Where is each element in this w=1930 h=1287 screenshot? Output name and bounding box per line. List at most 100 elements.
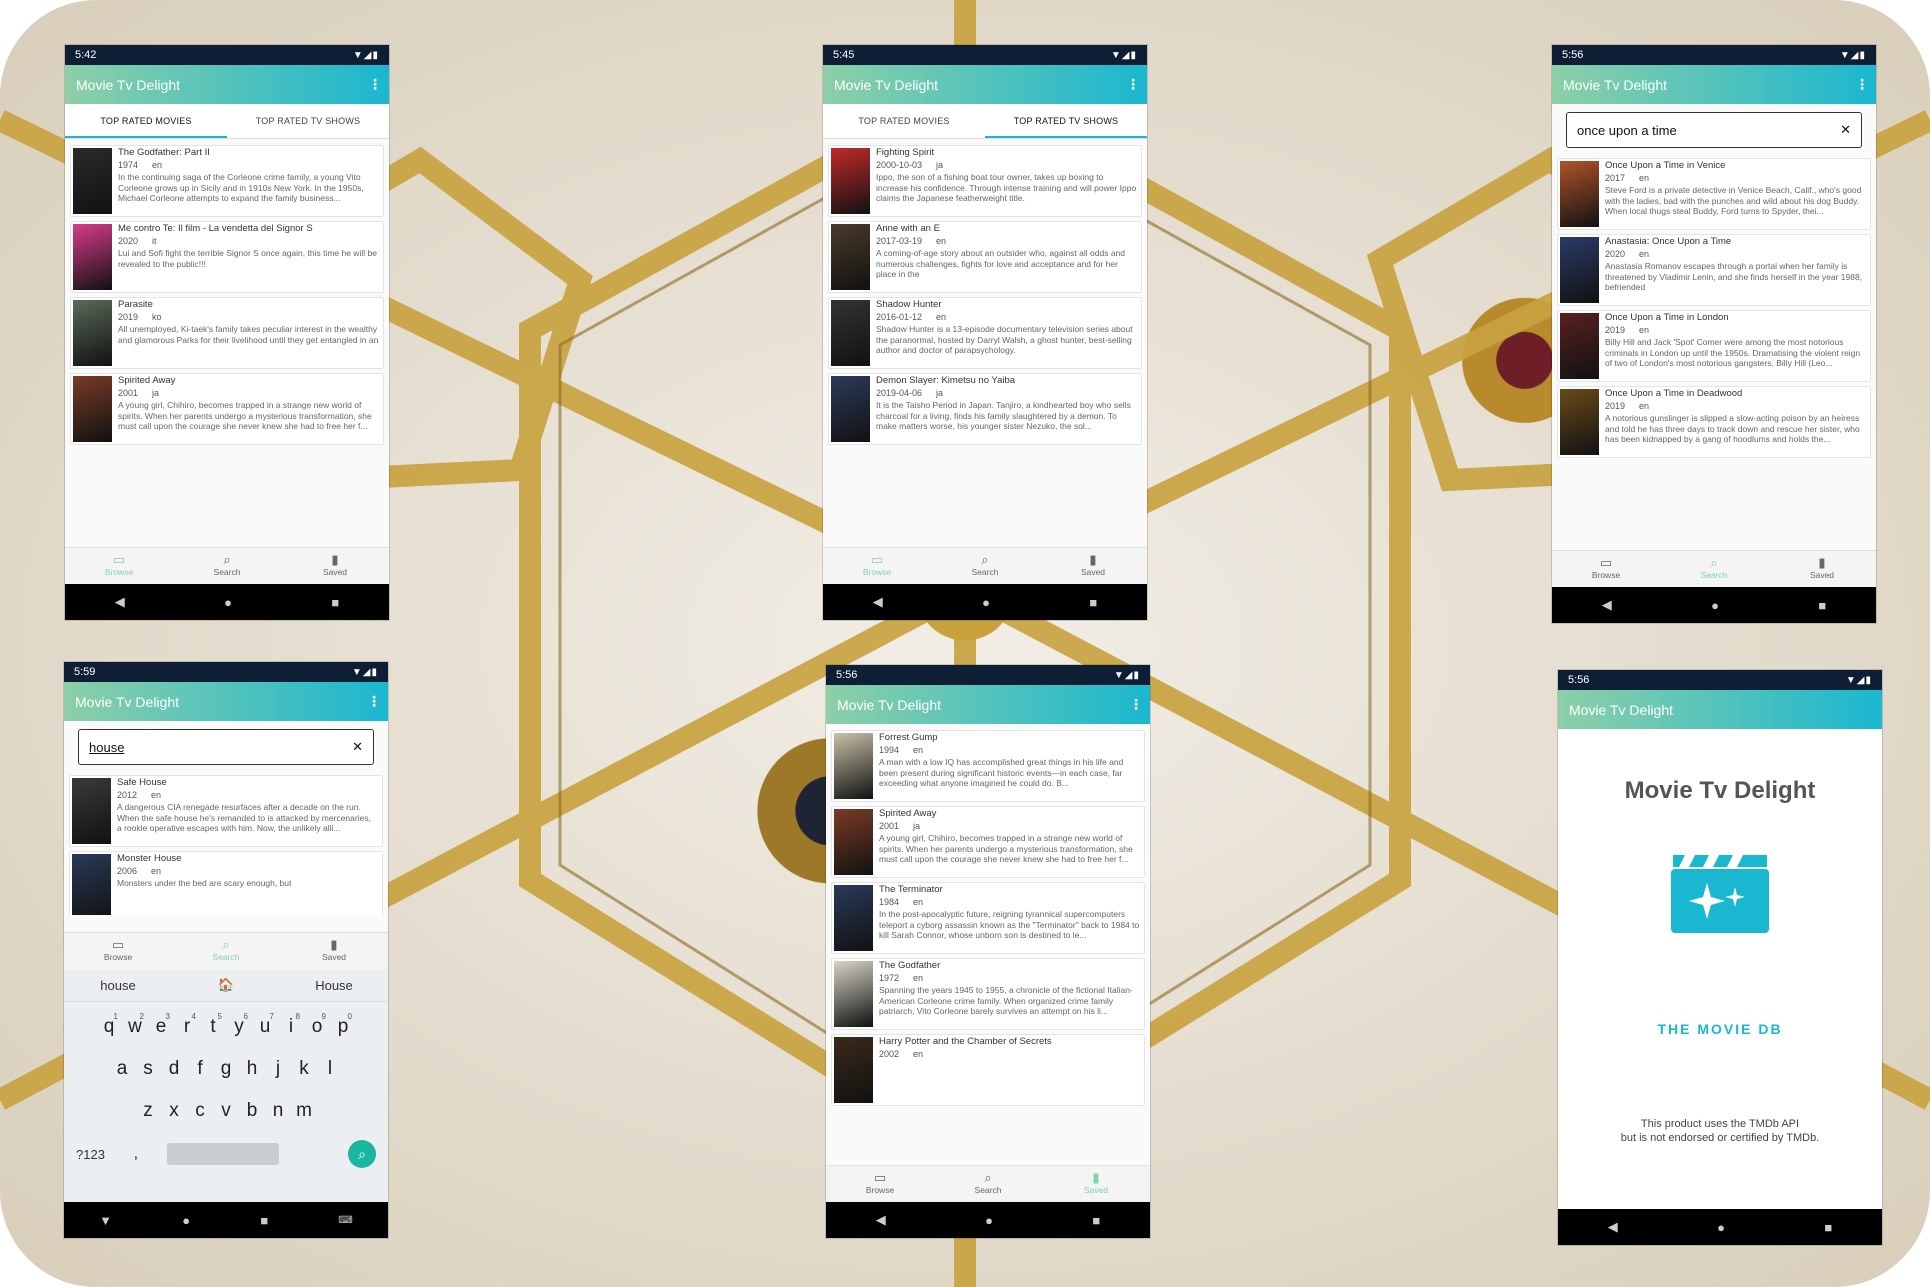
list-item[interactable]: Anastasia: Once Upon a Time 2020 en Anastas… — [1557, 234, 1871, 306]
key-i[interactable]: i8 — [278, 1006, 304, 1048]
comma-key[interactable]: , — [134, 1145, 138, 1163]
list-item[interactable]: Once Upon a Time in Deadwood 2019 en A noto… — [1557, 386, 1871, 458]
suggestion-3[interactable]: House — [280, 978, 388, 993]
back-icon[interactable]: ◀ — [873, 594, 883, 610]
home-icon[interactable]: ● — [1717, 1220, 1725, 1235]
nav-browse[interactable]: ▭ Browse — [823, 548, 931, 584]
list-item[interactable]: Me contro Te: Il film - La vendetta del … — [70, 221, 384, 293]
back-icon[interactable]: ▼ — [99, 1213, 112, 1228]
space-bar[interactable] — [166, 1143, 279, 1165]
list-item[interactable]: Demon Slayer: Kimetsu no Yaiba 2019-04-06… — [828, 373, 1142, 445]
close-icon[interactable]: ✕ — [1840, 122, 1851, 138]
list-item[interactable]: Once Upon a Time in Venice 2017 en Steve Fo… — [1557, 158, 1871, 230]
key-m[interactable]: m — [291, 1090, 317, 1132]
nav-browse[interactable]: ▭ Browse — [64, 933, 172, 969]
key-t[interactable]: t5 — [200, 1006, 226, 1048]
key-s[interactable]: s — [135, 1048, 161, 1090]
recents-icon[interactable]: ■ — [260, 1213, 268, 1228]
key-k[interactable]: k — [291, 1048, 317, 1090]
key-w[interactable]: w2 — [122, 1006, 148, 1048]
nav-saved[interactable]: ▮ Saved — [280, 933, 388, 969]
key-a[interactable]: a — [109, 1048, 135, 1090]
tab-top-rated-tv-shows[interactable]: TOP RATED TV SHOWS — [985, 104, 1147, 138]
list-item[interactable]: The Godfather: Part II 1974 en In the conti… — [70, 145, 384, 217]
list-item[interactable]: Parasite 2019 ko All unemployed, Ki-taek's … — [70, 297, 384, 369]
recents-icon[interactable]: ■ — [331, 595, 339, 610]
nav-browse[interactable]: ▭ Browse — [1552, 551, 1660, 587]
more-vert-icon[interactable]: ⋮ — [1855, 76, 1869, 93]
nav-saved[interactable]: ▮ Saved — [1042, 1166, 1150, 1202]
list-item[interactable]: Anne with an E 2017-03-19 en A coming-of-ag… — [828, 221, 1142, 293]
key-y[interactable]: y6 — [226, 1006, 252, 1048]
key-n[interactable]: n — [265, 1090, 291, 1132]
nav-browse[interactable]: ▭ Browse — [826, 1166, 934, 1202]
search-input[interactable]: once upon a time ✕ — [1566, 112, 1862, 148]
home-icon[interactable]: ● — [224, 595, 232, 610]
home-icon[interactable]: ● — [985, 1213, 993, 1228]
back-icon[interactable]: ◀ — [876, 1212, 886, 1228]
key-l[interactable]: l — [317, 1048, 343, 1090]
list-item[interactable]: Shadow Hunter 2016-01-12 en Shadow Hunter i… — [828, 297, 1142, 369]
nav-search[interactable]: ⌕ Search — [931, 548, 1039, 584]
home-icon[interactable]: ● — [1711, 598, 1719, 613]
nav-browse[interactable]: ▭ Browse — [65, 548, 173, 584]
key-b[interactable]: b — [239, 1090, 265, 1132]
search-input[interactable]: house ✕ — [78, 729, 374, 765]
recents-icon[interactable]: ■ — [1092, 1213, 1100, 1228]
key-o[interactable]: o9 — [304, 1006, 330, 1048]
suggestion-2[interactable]: 🏠 — [172, 977, 280, 993]
list-item[interactable]: Once Upon a Time in London 2019 en Billy Hi… — [1557, 310, 1871, 382]
nav-search[interactable]: ⌕ Search — [172, 933, 280, 969]
list-item[interactable]: Spirited Away 2001 ja A young girl, Chihiro… — [70, 373, 384, 445]
list-item[interactable]: Safe House 2012 en A dangerous CIA renegade… — [69, 775, 383, 847]
key-q[interactable]: q1 — [96, 1006, 122, 1048]
list-item[interactable]: Harry Potter and the Chamber of Secrets 2… — [831, 1034, 1145, 1106]
nav-search[interactable]: ⌕ Search — [1660, 551, 1768, 587]
key-h[interactable]: h — [239, 1048, 265, 1090]
home-icon[interactable]: ● — [182, 1213, 190, 1228]
key-p[interactable]: p0 — [330, 1006, 356, 1048]
card-language: en — [152, 160, 163, 170]
key-u[interactable]: u7 — [252, 1006, 278, 1048]
back-icon[interactable]: ◀ — [1602, 597, 1612, 613]
suggestion-1[interactable]: house — [64, 978, 172, 993]
key-g[interactable]: g — [213, 1048, 239, 1090]
more-vert-icon[interactable]: ⋮ — [367, 693, 381, 710]
more-vert-icon[interactable]: ⋮ — [1126, 76, 1140, 93]
key-d[interactable]: d — [161, 1048, 187, 1090]
tab-top-rated-movies[interactable]: TOP RATED MOVIES — [65, 104, 227, 138]
list-item[interactable]: Monster House 2006 en Monsters under the be… — [69, 851, 383, 915]
more-vert-icon[interactable]: ⋮ — [368, 76, 382, 93]
key-v[interactable]: v — [213, 1090, 239, 1132]
close-icon[interactable]: ✕ — [352, 739, 363, 755]
list-item[interactable]: Forrest Gump 1994 en A man with a low IQ ha… — [831, 730, 1145, 802]
back-icon[interactable]: ◀ — [115, 594, 125, 610]
key-e[interactable]: e3 — [148, 1006, 174, 1048]
tab-top-rated-movies[interactable]: TOP RATED MOVIES — [823, 104, 985, 138]
back-icon[interactable]: ◀ — [1608, 1219, 1618, 1235]
key-z[interactable]: z — [135, 1090, 161, 1132]
recents-icon[interactable]: ■ — [1824, 1220, 1832, 1235]
key-x[interactable]: x — [161, 1090, 187, 1132]
nav-search[interactable]: ⌕ Search — [173, 548, 281, 584]
symbols-key[interactable]: ?123 — [76, 1147, 105, 1162]
more-vert-icon[interactable]: ⋮ — [1129, 696, 1143, 713]
list-item[interactable]: Spirited Away 2001 ja A young girl, Chihiro… — [831, 806, 1145, 878]
keyboard-switch-icon[interactable]: ⌨ — [338, 1215, 352, 1226]
key-j[interactable]: j — [265, 1048, 291, 1090]
recents-icon[interactable]: ■ — [1089, 595, 1097, 610]
list-item[interactable]: The Godfather 1972 en Spanning the years 19… — [831, 958, 1145, 1030]
recents-icon[interactable]: ■ — [1818, 598, 1826, 613]
nav-search[interactable]: ⌕ Search — [934, 1166, 1042, 1202]
nav-saved[interactable]: ▮ Saved — [1768, 551, 1876, 587]
list-item[interactable]: The Terminator 1984 en In the post-apocalyp… — [831, 882, 1145, 954]
tab-top-rated-tv-shows[interactable]: TOP RATED TV SHOWS — [227, 104, 389, 138]
key-f[interactable]: f — [187, 1048, 213, 1090]
home-icon[interactable]: ● — [982, 595, 990, 610]
list-item[interactable]: Fighting Spirit 2000-10-03 ja Ippo, the son… — [828, 145, 1142, 217]
nav-saved[interactable]: ▮ Saved — [281, 548, 389, 584]
nav-saved[interactable]: ▮ Saved — [1039, 548, 1147, 584]
key-c[interactable]: c — [187, 1090, 213, 1132]
search-key[interactable]: ⌕ — [348, 1140, 376, 1168]
key-r[interactable]: r4 — [174, 1006, 200, 1048]
